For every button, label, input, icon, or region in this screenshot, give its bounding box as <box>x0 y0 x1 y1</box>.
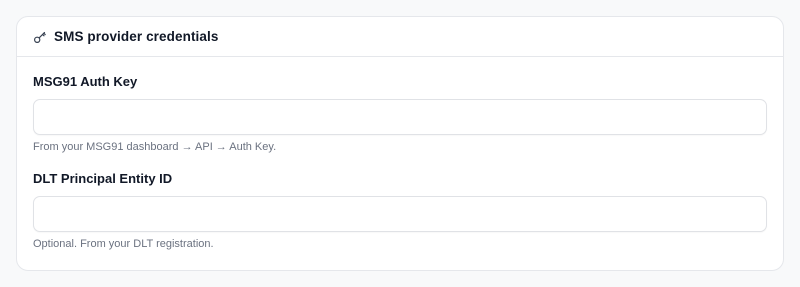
card-body: MSG91 Auth Key From your MSG91 dashboard… <box>17 57 783 251</box>
dlt-entity-id-label: DLT Principal Entity ID <box>33 171 173 186</box>
auth-key-field: MSG91 Auth Key From your MSG91 dashboard… <box>33 74 767 154</box>
auth-key-help: From your MSG91 dashboard → API → Auth K… <box>33 141 277 153</box>
dlt-entity-id-input[interactable] <box>33 196 767 232</box>
sms-credentials-card: SMS provider credentials MSG91 Auth Key … <box>16 16 784 271</box>
card-header: SMS provider credentials <box>17 17 783 57</box>
dlt-entity-id-help: Optional. From your DLT registration. <box>33 238 214 250</box>
auth-key-label: MSG91 Auth Key <box>33 74 138 89</box>
card-title: SMS provider credentials <box>54 29 219 44</box>
key-icon <box>33 30 47 44</box>
dlt-entity-id-field: DLT Principal Entity ID Optional. From y… <box>33 171 767 251</box>
auth-key-input[interactable] <box>33 99 767 135</box>
